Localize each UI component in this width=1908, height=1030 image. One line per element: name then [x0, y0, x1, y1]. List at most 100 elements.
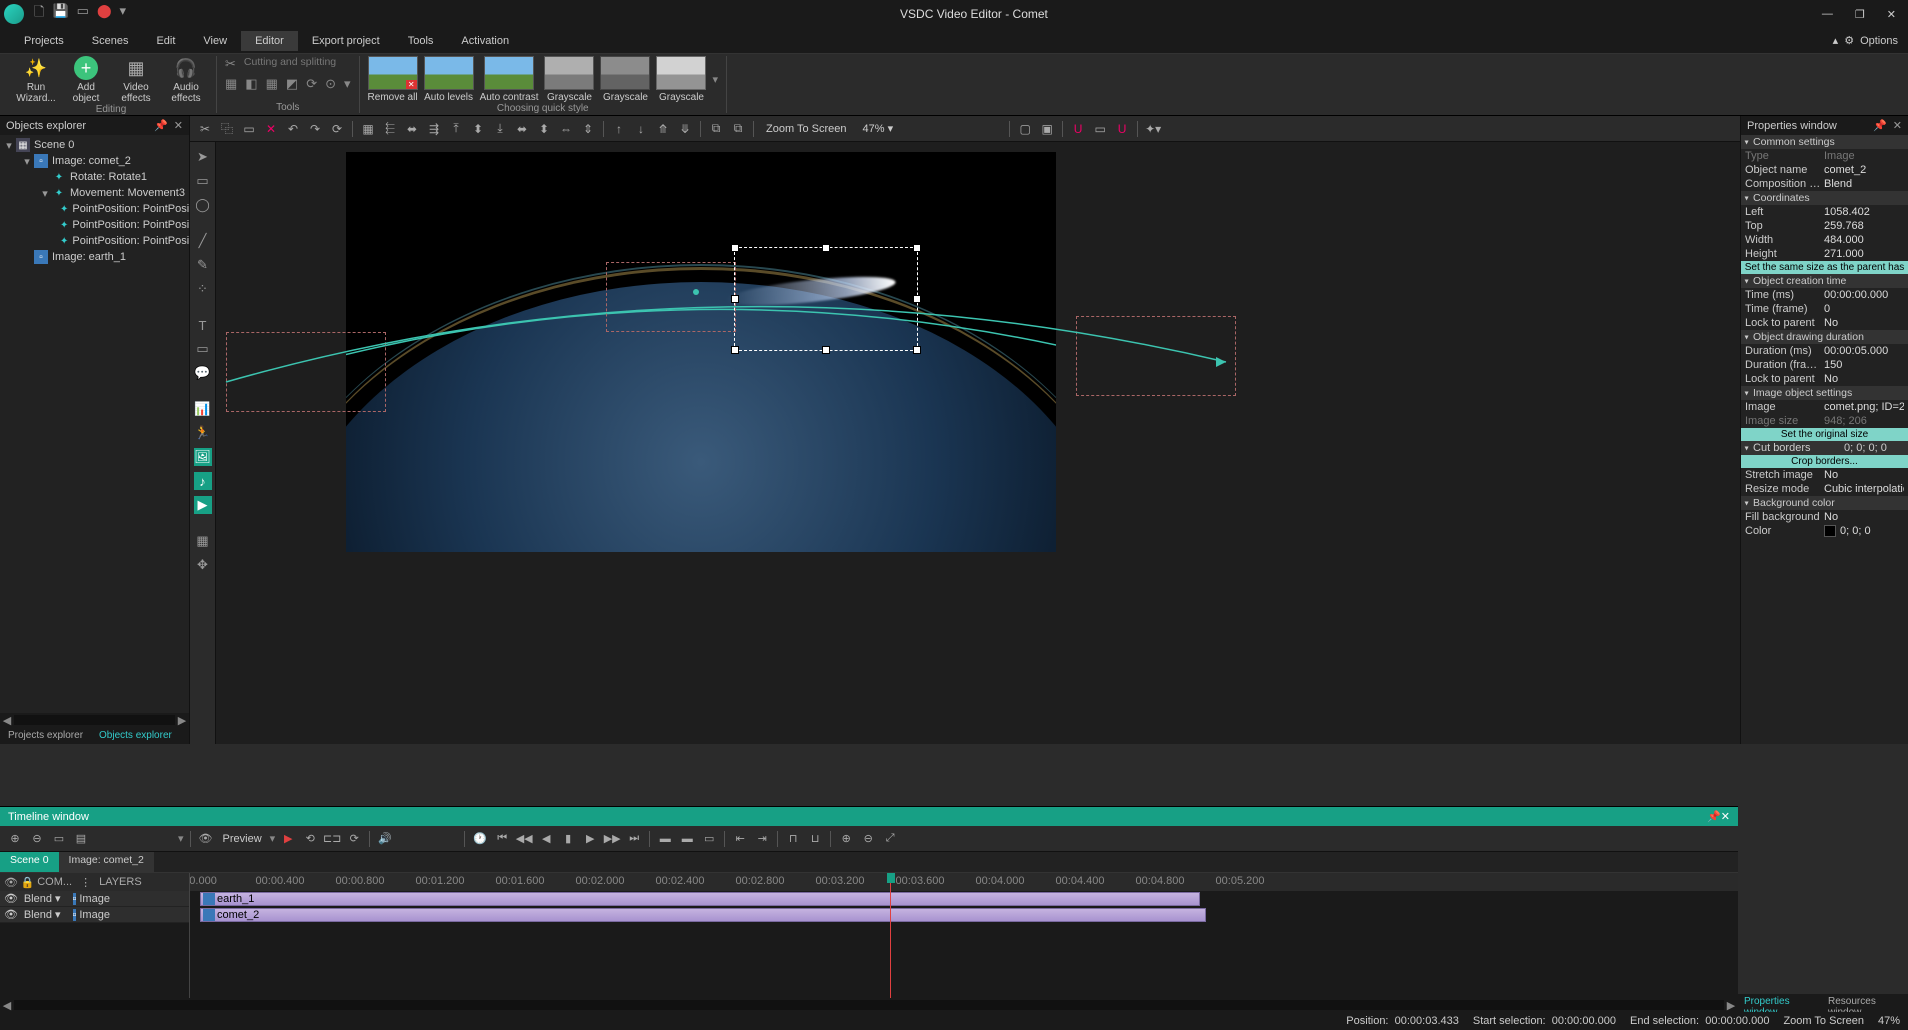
track-eye-icon-2[interactable]: 👁 — [4, 908, 18, 921]
scissors-icon[interactable]: ✂ — [225, 56, 236, 72]
tree-pp3[interactable]: ✦PointPosition: PointPositio — [0, 233, 189, 249]
zoom-in-tl-icon[interactable]: ⊕ — [837, 830, 855, 848]
loop-icon[interactable]: ⟲ — [301, 830, 319, 848]
arrow-down-icon[interactable]: ↓ — [632, 120, 650, 138]
clear-marks-icon[interactable]: ▭ — [700, 830, 718, 848]
next-kf-icon[interactable]: ▶▶ — [603, 830, 621, 848]
snap-icon-2[interactable]: ⊔ — [806, 830, 824, 848]
tab-projects-explorer[interactable]: Projects explorer — [0, 727, 91, 744]
tl-pin-icon[interactable]: 📌 — [1707, 810, 1721, 823]
tool-icon-1[interactable]: ▦ — [225, 76, 237, 92]
auto-contrast-button[interactable]: Auto contrast — [480, 56, 539, 103]
align-left-icon[interactable]: ⬱ — [381, 120, 399, 138]
tl-add-icon[interactable]: ⊕ — [6, 830, 24, 848]
select-tool-icon[interactable]: ➤ — [194, 148, 212, 166]
keyframe-box-start[interactable] — [226, 332, 386, 412]
section-coords[interactable]: Coordinates — [1741, 191, 1908, 205]
canvas-area[interactable] — [216, 142, 1740, 744]
auto-levels-button[interactable]: Auto levels — [424, 56, 474, 103]
explorer-hscroll[interactable]: ◀▶ — [0, 713, 189, 727]
audio-tool-icon[interactable]: ♪ — [194, 472, 212, 490]
distribute-v-icon[interactable]: ⬍ — [535, 120, 553, 138]
qat-new-icon[interactable]: 🗋 — [34, 3, 44, 25]
send-back-icon[interactable]: ⤋ — [676, 120, 694, 138]
delete-icon[interactable]: ✕ — [262, 120, 280, 138]
tl-edit-icon[interactable]: ▭ — [50, 830, 68, 848]
section-img-settings[interactable]: Image object settings — [1741, 386, 1908, 400]
bg-color-field[interactable]: 0; 0; 0 — [1824, 525, 1904, 537]
fill-bg-field[interactable]: No — [1824, 511, 1904, 523]
tool-icon-2[interactable]: ◧ — [245, 76, 257, 92]
spray-tool-icon[interactable]: ⁘ — [194, 280, 212, 298]
align-bottom-icon[interactable]: ⤓ — [491, 120, 509, 138]
preview-dropdown-icon[interactable]: ▾ — [270, 832, 276, 845]
track-blend-dropdown-2[interactable]: Blend ▾ — [24, 908, 61, 921]
menu-scenes[interactable]: Scenes — [78, 31, 143, 51]
tree-pp1[interactable]: ✦PointPosition: PointPositio — [0, 201, 189, 217]
play-icon[interactable]: ▶ — [279, 830, 297, 848]
duration-frame-field[interactable]: 150 — [1824, 359, 1904, 371]
stretch-field[interactable]: No — [1824, 469, 1904, 481]
prev-kf-icon[interactable]: ◀◀ — [515, 830, 533, 848]
toggle-icon-2[interactable]: ▣ — [1038, 120, 1056, 138]
zoom-fit-tl-icon[interactable]: ⤢ — [881, 830, 899, 848]
audio-effects-button[interactable]: 🎧 Audio effects — [164, 56, 208, 104]
tree-image-comet[interactable]: ▾▫Image: comet_2 — [0, 153, 189, 169]
tool-icon-7[interactable]: ▾ — [344, 76, 351, 92]
timeline-tracks-area[interactable]: 00.000 00:00.400 00:00.800 00:01.200 00:… — [190, 873, 1738, 998]
goto-start-icon[interactable]: ⇤ — [731, 830, 749, 848]
width-field[interactable]: 484.000 — [1824, 234, 1904, 246]
volume-icon[interactable]: 🔊 — [376, 830, 394, 848]
timeline-hscroll[interactable]: ◀▶ — [0, 998, 1738, 1012]
track-blend-dropdown[interactable]: Blend ▾ — [24, 892, 61, 905]
tl-layers-icon[interactable]: ▤ — [72, 830, 90, 848]
same-size-button[interactable]: Set the same size as the parent has — [1741, 261, 1908, 274]
menu-export[interactable]: Export project — [298, 31, 394, 51]
shapes-tool-icon[interactable]: ◯ — [194, 196, 212, 214]
props-close-icon[interactable]: ✕ — [1893, 119, 1902, 132]
fit-width-icon[interactable]: ⇔ — [557, 120, 575, 138]
composition-mode-field[interactable]: Blend — [1824, 178, 1904, 190]
section-cut[interactable]: Cut borders0; 0; 0; 0 — [1741, 441, 1908, 455]
clock-icon[interactable]: 🕐 — [471, 830, 489, 848]
tl-close-icon[interactable]: ✕ — [1721, 810, 1730, 823]
image-tool-icon[interactable]: 🖼 — [194, 448, 212, 466]
status-zoom-pct[interactable]: 47% — [1878, 1015, 1900, 1027]
resize-mode-field[interactable]: Cubic interpolation — [1824, 483, 1904, 495]
selection-box[interactable] — [734, 247, 918, 351]
tool-icon-4[interactable]: ◩ — [286, 76, 298, 92]
tree-scene[interactable]: ▾▦Scene 0 — [0, 137, 189, 153]
panel-close-icon[interactable]: ✕ — [174, 119, 183, 132]
tl-tab-image[interactable]: Image: comet_2 — [59, 852, 154, 872]
menu-activation[interactable]: Activation — [447, 31, 523, 51]
animation-tool-icon[interactable]: 🏃 — [194, 424, 212, 442]
image-path-field[interactable]: comet.png; ID=2 — [1824, 401, 1904, 413]
menu-tools[interactable]: Tools — [394, 31, 448, 51]
track-row-1[interactable]: 👁 Blend ▾ ▫ Image — [0, 891, 189, 907]
settings-dropdown-icon[interactable]: ✦▾ — [1144, 120, 1162, 138]
tree-movement[interactable]: ▾✦Movement: Movement3 — [0, 185, 189, 201]
clip-earth[interactable]: earth_1 — [200, 892, 1200, 906]
tl-remove-icon[interactable]: ⊖ — [28, 830, 46, 848]
align-icon-1[interactable]: ▦ — [359, 120, 377, 138]
tab-properties-window[interactable]: Properties window — [1738, 994, 1822, 1012]
goto-end-icon[interactable]: ⇥ — [753, 830, 771, 848]
eye-icon[interactable]: 👁 — [197, 830, 215, 848]
bring-front-icon[interactable]: ⤊ — [654, 120, 672, 138]
refresh-tl-icon[interactable]: ⟳ — [345, 830, 363, 848]
add-object-button[interactable]: + Add object — [64, 56, 108, 104]
range-icon[interactable]: ⊏⊐ — [323, 830, 341, 848]
last-frame-icon[interactable]: ⏭ — [625, 830, 643, 848]
ungroup-icon[interactable]: ⧉ — [729, 120, 747, 138]
group-icon[interactable]: ⧉ — [707, 120, 725, 138]
top-field[interactable]: 259.768 — [1824, 220, 1904, 232]
grayscale-2-button[interactable]: Grayscale — [600, 56, 650, 103]
remove-all-button[interactable]: ✕Remove all — [368, 56, 418, 103]
track-row-2[interactable]: 👁 Blend ▾ ▫ Image — [0, 907, 189, 923]
menu-edit[interactable]: Edit — [142, 31, 189, 51]
qat-record-icon[interactable]: ⬤ — [97, 3, 112, 25]
time-frame-field[interactable]: 0 — [1824, 303, 1904, 315]
status-zoom-mode[interactable]: Zoom To Screen — [1783, 1015, 1864, 1027]
minimize-icon[interactable]: — — [1822, 8, 1833, 21]
tree-image-earth[interactable]: ▫Image: earth_1 — [0, 249, 189, 265]
